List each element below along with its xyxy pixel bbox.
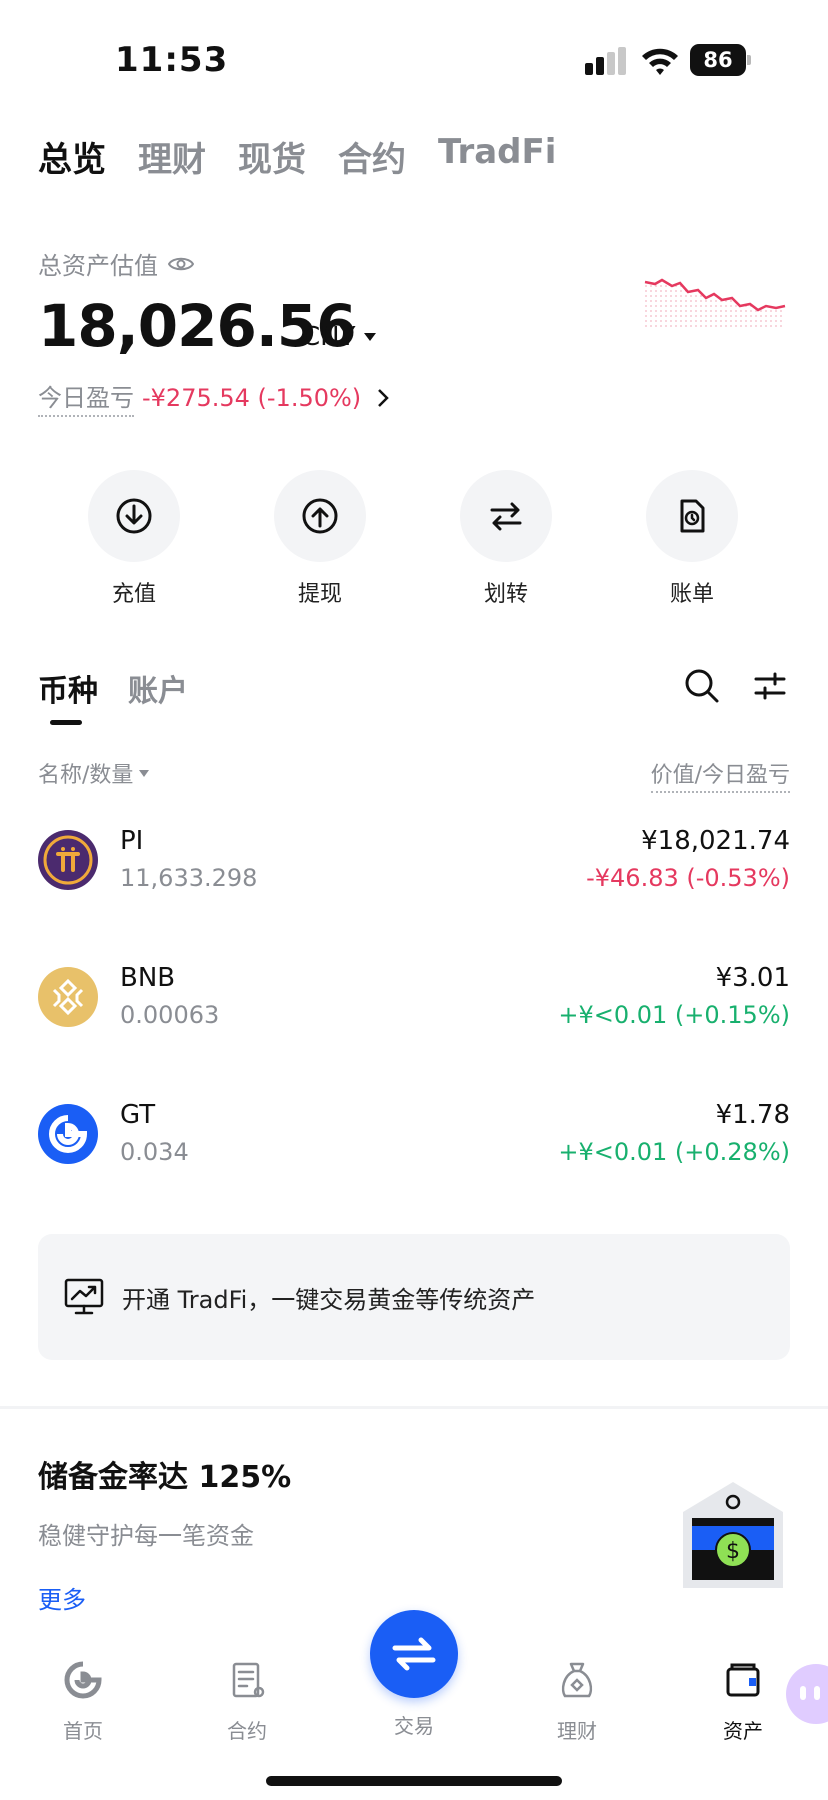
nav-assets[interactable]: 资产	[698, 1660, 788, 1744]
home-icon	[64, 1661, 102, 1699]
coin-value: ¥18,021.74	[641, 826, 790, 856]
tab-spot[interactable]: 现货	[238, 132, 306, 181]
asset-sparkline[interactable]	[640, 270, 790, 330]
reserve-title: 储备金率达 125%	[38, 1460, 292, 1495]
nav-earn-label: 理财	[557, 1719, 597, 1743]
tab-accounts[interactable]: 账户	[128, 666, 188, 710]
tab-overview[interactable]: 总览	[38, 132, 106, 181]
caret-down-icon	[363, 333, 376, 341]
coin-symbol: PI	[120, 826, 144, 856]
caret-down-icon	[139, 769, 150, 777]
gt-coin-icon	[38, 1104, 98, 1164]
deposit-button[interactable]: 充值	[88, 470, 180, 608]
banner-text: 开通 TradFi，一键交易黄金等传统资产	[122, 1285, 536, 1314]
eye-icon[interactable]	[168, 255, 194, 273]
bill-label: 账单	[669, 582, 714, 607]
coin-change: -¥46.83 (-0.53%)	[586, 864, 790, 892]
coin-row-bnb[interactable]: BNB 0.00063 ¥3.01 +¥<0.01 (+0.15%)	[0, 963, 828, 1087]
currency-label: CNY	[302, 322, 356, 352]
withdraw-button[interactable]: 提现	[274, 470, 366, 608]
section-divider	[0, 1406, 828, 1409]
coin-row-gt[interactable]: GT 0.034 ¥1.78 +¥<0.01 (+0.28%)	[0, 1100, 828, 1224]
battery-icon: 86	[690, 44, 752, 76]
chart-monitor-icon	[64, 1278, 104, 1315]
asset-label-row: 总资产估值	[38, 246, 194, 281]
nav-futures-label: 合约	[227, 1719, 267, 1743]
tab-tradfi[interactable]: TradFi	[438, 132, 556, 181]
coin-tabs: 币种 账户	[38, 666, 188, 710]
home-indicator	[266, 1776, 562, 1786]
currency-selector[interactable]: CNY	[302, 322, 376, 352]
tradfi-banner[interactable]: 开通 TradFi，一键交易黄金等传统资产	[38, 1234, 790, 1360]
bill-button[interactable]: 账单	[646, 470, 738, 608]
coin-amount: 0.034	[120, 1138, 189, 1166]
swap-arrows-icon	[392, 1637, 436, 1671]
transfer-icon	[460, 470, 552, 562]
wifi-icon	[642, 48, 678, 75]
withdraw-label: 提现	[297, 582, 342, 607]
today-pnl-row[interactable]: 今日盈亏 -¥275.54 (-1.50%)	[38, 378, 389, 417]
active-tab-indicator	[50, 720, 82, 725]
trade-button[interactable]	[370, 1610, 458, 1698]
list-header-right[interactable]: 价值/今日盈亏	[650, 757, 790, 793]
coin-amount: 11,633.298	[120, 864, 258, 892]
nav-assets-label: 资产	[723, 1719, 763, 1743]
asset-label: 总资产估值	[38, 252, 158, 280]
coin-value: ¥1.78	[715, 1100, 790, 1130]
coin-symbol: BNB	[120, 963, 176, 993]
withdraw-icon	[274, 470, 366, 562]
deposit-icon	[88, 470, 180, 562]
pnl-value: -¥275.54 (-1.50%)	[142, 383, 362, 412]
tab-coins[interactable]: 币种	[38, 666, 98, 710]
coin-value: ¥3.01	[715, 963, 790, 993]
earn-icon	[561, 1662, 593, 1698]
svg-text:$: $	[726, 1539, 740, 1564]
coin-row-pi[interactable]: PI 11,633.298 ¥18,021.74 -¥46.83 (-0.53%…	[0, 826, 828, 950]
pi-coin-icon	[38, 830, 98, 890]
transfer-button[interactable]: 划转	[460, 470, 552, 608]
reserve-more-link[interactable]: 更多	[38, 1580, 86, 1615]
nav-earn[interactable]: 理财	[532, 1660, 622, 1744]
chevron-right-icon	[378, 388, 389, 407]
bnb-coin-icon	[38, 967, 98, 1027]
search-icon[interactable]	[682, 666, 722, 706]
deposit-label: 充值	[111, 582, 156, 607]
cellular-signal-icon	[585, 47, 626, 75]
transfer-label: 划转	[483, 582, 528, 607]
nav-futures[interactable]: 合约	[202, 1660, 292, 1744]
coin-symbol: GT	[120, 1100, 156, 1130]
futures-icon	[232, 1662, 265, 1698]
filter-icon[interactable]	[750, 666, 790, 706]
list-header-left: 名称/数量	[38, 763, 134, 788]
nav-trade-label: 交易	[394, 1714, 434, 1738]
top-tabs: 总览 理财 现货 合约 TradFi	[38, 132, 556, 181]
status-time: 11:53	[115, 40, 229, 80]
nav-home-label: 首页	[63, 1719, 103, 1743]
reserve-subtitle: 稳健守护每一笔资金	[38, 1522, 254, 1550]
sort-by-name-amount[interactable]: 名称/数量	[38, 757, 150, 789]
coin-change: +¥<0.01 (+0.15%)	[558, 1001, 790, 1029]
vault-icon: $	[683, 1482, 783, 1588]
bill-icon	[646, 470, 738, 562]
battery-level: 86	[690, 44, 746, 76]
assets-icon	[726, 1663, 760, 1697]
tab-futures[interactable]: 合约	[338, 132, 406, 181]
coin-amount: 0.00063	[120, 1001, 220, 1029]
pnl-label: 今日盈亏	[38, 378, 134, 417]
tab-earn[interactable]: 理财	[138, 132, 206, 181]
nav-home[interactable]: 首页	[38, 1660, 128, 1744]
coin-change: +¥<0.01 (+0.28%)	[558, 1138, 790, 1166]
